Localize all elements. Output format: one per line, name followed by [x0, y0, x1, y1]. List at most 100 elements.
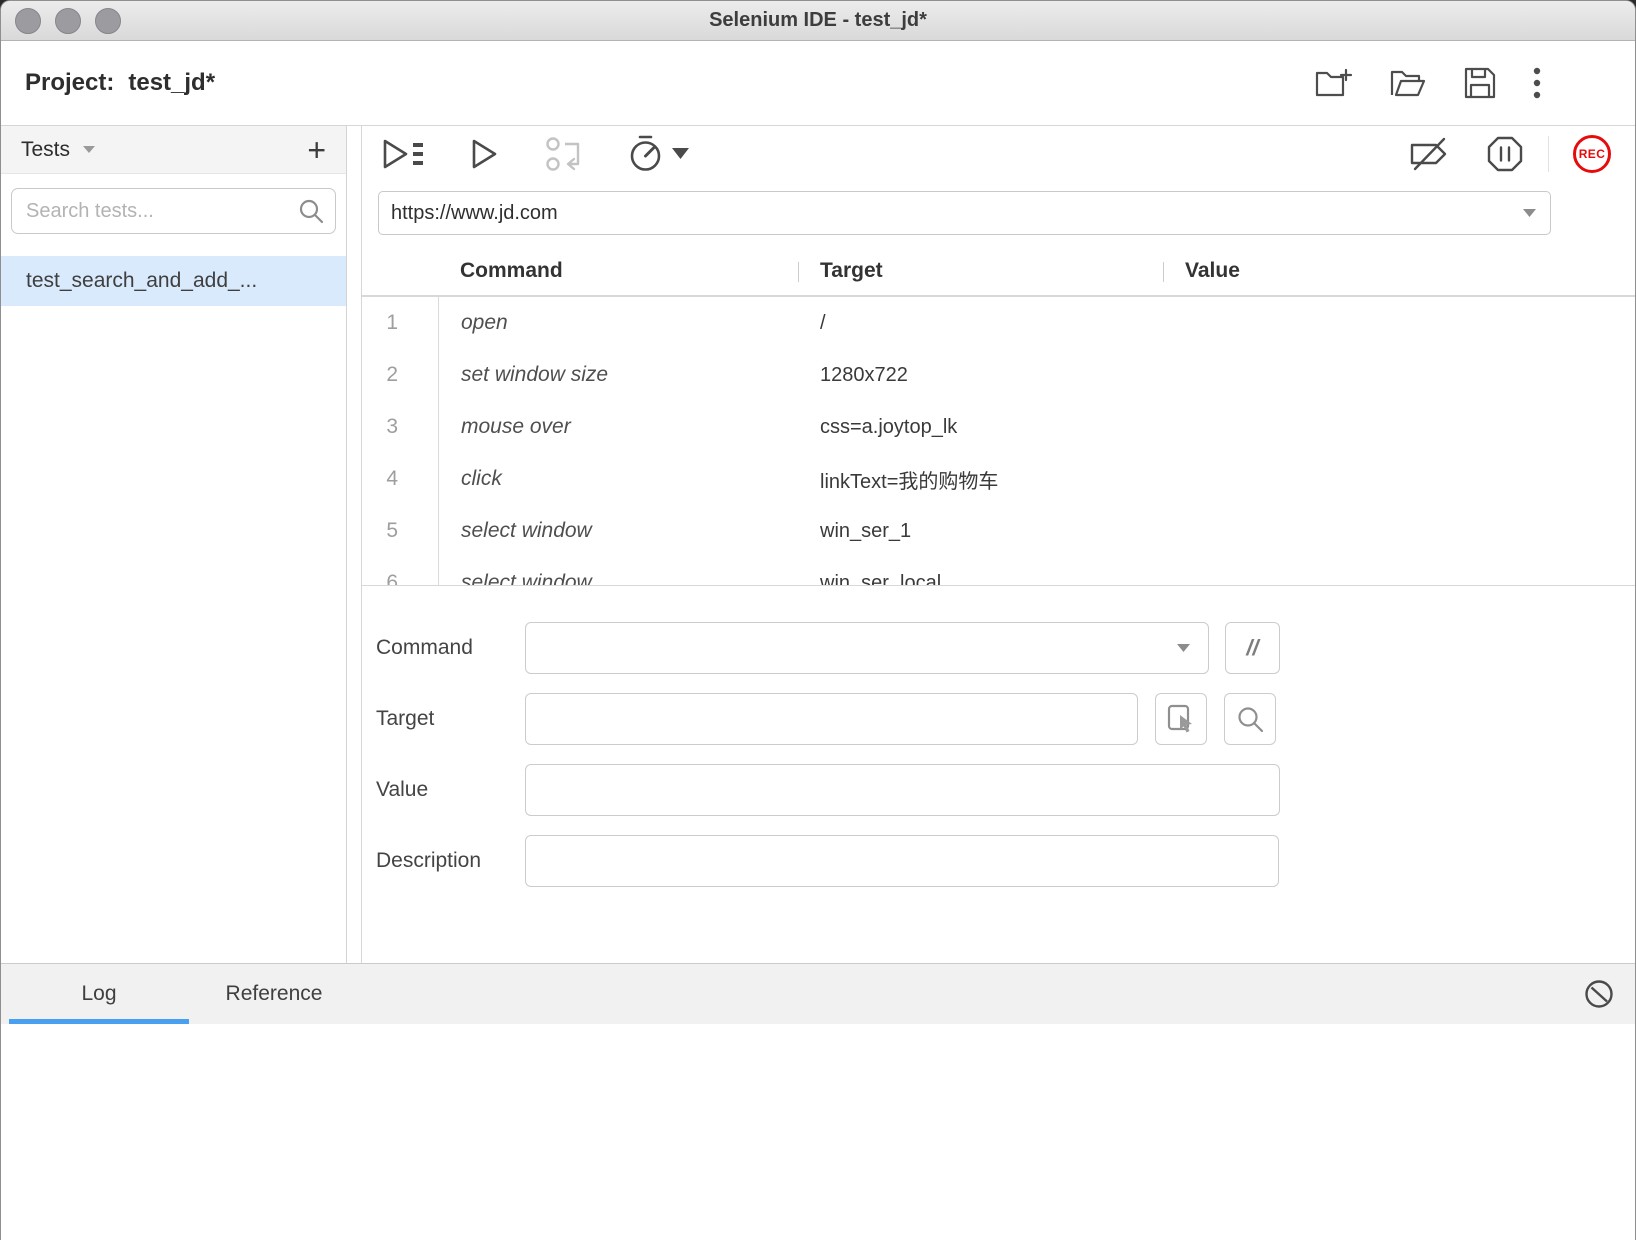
toolbar-separator — [1548, 136, 1549, 172]
row-command: select window — [438, 505, 798, 557]
row-target: / — [798, 312, 1163, 335]
clear-icon — [1583, 978, 1615, 1010]
disable-breakpoints-button[interactable] — [1406, 135, 1452, 173]
row-number: 5 — [362, 519, 438, 543]
command-row[interactable]: 1open/ — [362, 297, 1635, 349]
tests-sidebar: Tests + test_search_and_add_... — [1, 126, 347, 963]
active-tab-underline — [9, 1019, 189, 1024]
open-project-button[interactable] — [1389, 67, 1427, 99]
value-field-label: Value — [376, 778, 525, 802]
title-bar: Selenium IDE - test_jd* — [1, 1, 1635, 41]
save-project-button[interactable] — [1463, 66, 1497, 100]
main-area: Tests + test_search_and_add_... — [1, 126, 1635, 963]
test-editor: REC Command Target Value 1open/2set wind… — [361, 126, 1635, 963]
command-row[interactable]: 3mouse overcss=a.joytop_lk — [362, 401, 1635, 453]
target-field-label: Target — [376, 707, 525, 731]
description-input[interactable] — [525, 835, 1279, 887]
play-icon — [470, 136, 500, 172]
value-input[interactable] — [525, 764, 1280, 816]
row-command: click — [438, 453, 798, 505]
row-target: 1280x722 — [798, 364, 1163, 387]
disable-breakpoints-icon — [1406, 135, 1452, 173]
row-number: 2 — [362, 363, 438, 387]
row-number: 4 — [362, 467, 438, 491]
project-more-menu-button[interactable] — [1533, 66, 1541, 100]
row-number: 1 — [362, 311, 438, 335]
command-select-input[interactable] — [525, 622, 1209, 674]
row-number: 3 — [362, 415, 438, 439]
stopwatch-icon — [628, 134, 664, 174]
log-content — [1, 1024, 1635, 1240]
find-target-button[interactable] — [1224, 693, 1276, 745]
project-label: Project: — [25, 69, 114, 97]
search-icon — [298, 198, 324, 224]
tab-log-label: Log — [81, 982, 116, 1006]
selenium-ide-window: Selenium IDE - test_jd* Project: test_jd… — [0, 0, 1636, 1240]
play-all-icon — [380, 136, 426, 172]
new-project-icon — [1315, 67, 1353, 99]
commands-table-header: Command Target Value — [362, 247, 1635, 297]
command-row[interactable]: 5select windowwin_ser_1 — [362, 505, 1635, 557]
bottom-tab-bar: Log Reference — [1, 964, 1635, 1024]
row-number-column-header — [362, 247, 438, 295]
command-row[interactable]: 4clicklinkText=我的购物车 — [362, 453, 1635, 505]
test-search — [11, 188, 336, 234]
command-row[interactable]: 6select windowwin_ser_local — [362, 557, 1635, 585]
tab-reference[interactable]: Reference — [189, 964, 359, 1024]
bottom-panel: Log Reference — [1, 963, 1635, 1240]
test-list-item[interactable]: test_search_and_add_... — [1, 256, 346, 306]
kebab-menu-icon — [1533, 66, 1541, 100]
tab-reference-label: Reference — [226, 982, 323, 1006]
row-command: open — [438, 297, 798, 349]
speed-dropdown-caret-icon — [672, 148, 689, 160]
command-row[interactable]: 2set window size1280x722 — [362, 349, 1635, 401]
description-field-label: Description — [376, 849, 525, 873]
test-list: test_search_and_add_... — [1, 256, 346, 306]
project-name: test_jd* — [128, 69, 215, 97]
command-column-header[interactable]: Command — [438, 247, 798, 295]
tab-log[interactable]: Log — [9, 964, 189, 1024]
tests-dropdown-caret-icon[interactable] — [82, 145, 96, 154]
record-button[interactable]: REC — [1573, 135, 1611, 173]
row-number: 6 — [362, 571, 438, 585]
search-icon — [1236, 705, 1264, 733]
row-target: linkText=我的购物车 — [798, 465, 1163, 494]
row-target: win_ser_1 — [798, 520, 1163, 543]
command-edit-form: Command // Target — [362, 586, 1635, 906]
base-url-row — [362, 181, 1635, 235]
add-test-button[interactable]: + — [307, 134, 326, 166]
row-target: win_ser_local — [798, 572, 1163, 586]
clear-log-button[interactable] — [1583, 978, 1615, 1010]
row-command: set window size — [438, 349, 798, 401]
step-over-button[interactable] — [544, 135, 584, 173]
run-all-tests-button[interactable] — [380, 136, 426, 172]
target-column-header[interactable]: Target — [798, 247, 1163, 295]
command-field-label: Command — [376, 636, 525, 660]
row-target: css=a.joytop_lk — [798, 416, 1163, 439]
toggle-comment-button[interactable]: // — [1225, 622, 1280, 674]
select-target-button[interactable] — [1155, 693, 1207, 745]
command-dropdown-caret-icon[interactable] — [1176, 643, 1191, 653]
project-bar: Project: test_jd* — [1, 41, 1635, 126]
new-project-button[interactable] — [1315, 67, 1353, 99]
tests-title: Tests — [21, 138, 70, 162]
target-input[interactable] — [525, 693, 1138, 745]
pause-octagon-icon — [1486, 135, 1524, 173]
execution-speed-control[interactable] — [628, 134, 689, 174]
select-target-icon — [1165, 703, 1197, 735]
playback-toolbar: REC — [362, 126, 1635, 181]
commands-table: Command Target Value 1open/2set window s… — [362, 247, 1635, 585]
step-over-icon — [544, 135, 584, 173]
row-command: mouse over — [438, 401, 798, 453]
value-column-header[interactable]: Value — [1163, 247, 1635, 295]
save-icon — [1463, 66, 1497, 100]
run-current-test-button[interactable] — [470, 136, 500, 172]
pause-on-exceptions-button[interactable] — [1486, 135, 1524, 173]
base-url-input[interactable] — [378, 191, 1551, 235]
row-command: select window — [438, 557, 798, 585]
commands-table-body: 1open/2set window size1280x7223mouse ove… — [362, 297, 1635, 585]
search-tests-input[interactable] — [11, 188, 336, 234]
tests-header: Tests + — [1, 126, 346, 174]
open-folder-icon — [1389, 67, 1427, 99]
url-dropdown-caret-icon[interactable] — [1522, 208, 1537, 218]
